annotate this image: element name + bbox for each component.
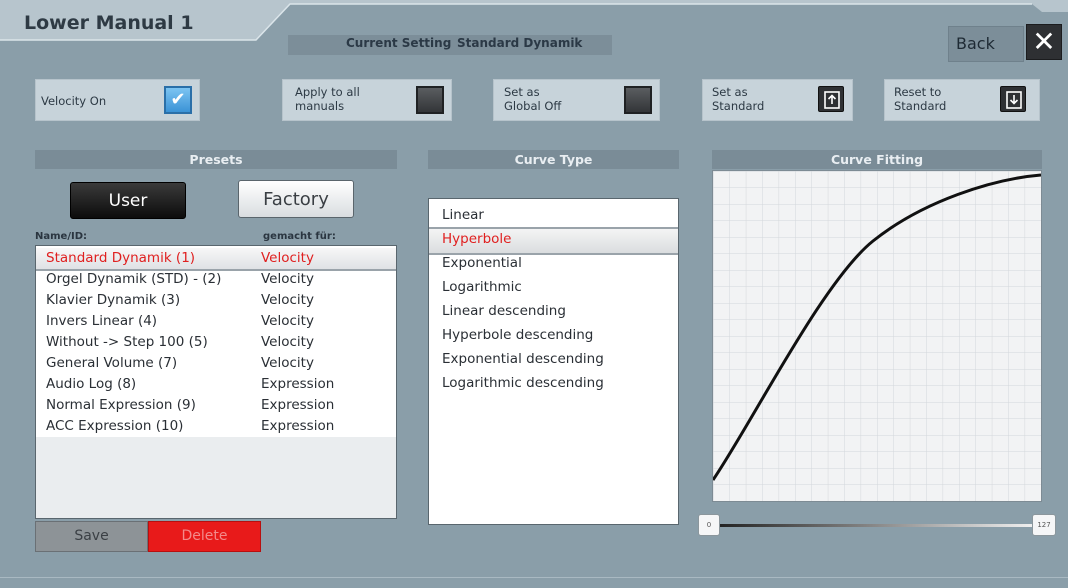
- column-type-header: gemacht für:: [263, 231, 336, 242]
- curve-type-item[interactable]: Linear descending: [429, 299, 678, 323]
- curve-type-heading: Curve Type: [428, 150, 679, 169]
- curve-type-label: Hyperbole descending: [442, 327, 594, 343]
- curve-type-list: Linear Hyperbole Exponential Logarithmic…: [428, 198, 679, 525]
- curve-fitting-graph[interactable]: [711, 170, 1042, 502]
- velocity-on-card: Velocity On ✔: [35, 79, 200, 121]
- list-empty-area: [36, 437, 396, 518]
- range-slider-track[interactable]: [706, 524, 1056, 527]
- preset-name: Without -> Step 100 (5): [46, 334, 208, 350]
- preset-name: Standard Dynamik (1): [46, 250, 196, 266]
- reset-standard-card: Reset to Standard: [884, 79, 1040, 121]
- curve-type-item[interactable]: Linear: [429, 203, 678, 227]
- column-name-header: Name/ID:: [35, 231, 87, 242]
- curve-type-label: Linear: [442, 207, 484, 223]
- preset-name: Normal Expression (9): [46, 397, 196, 413]
- global-off-checkbox[interactable]: [624, 86, 652, 114]
- curve-fitting-heading: Curve Fitting: [712, 150, 1042, 169]
- preset-row[interactable]: Orgel Dynamik (STD) - (2) Velocity: [36, 269, 396, 290]
- velocity-settings-window: Lower Manual 1 Current Setting Standard …: [0, 0, 1068, 588]
- curve-type-item[interactable]: Exponential: [429, 251, 678, 275]
- curve-type-item[interactable]: Exponential descending: [429, 347, 678, 371]
- preset-type: Expression: [261, 418, 335, 434]
- presets-heading: Presets: [35, 150, 397, 169]
- curve-type-item[interactable]: Logarithmic: [429, 275, 678, 299]
- preset-name: Invers Linear (4): [46, 313, 158, 329]
- apply-all-label: Apply to all manuals: [295, 85, 360, 113]
- curve-graph-svg: [711, 171, 1042, 501]
- preset-type: Velocity: [261, 271, 314, 287]
- preset-type: Velocity: [261, 250, 314, 266]
- download-icon[interactable]: [1000, 86, 1026, 112]
- upload-icon[interactable]: [818, 86, 844, 112]
- save-button[interactable]: Save: [35, 521, 148, 552]
- curve-type-label: Logarithmic: [442, 279, 522, 295]
- preset-name: Klavier Dynamik (3): [46, 292, 181, 308]
- delete-button[interactable]: Delete: [148, 521, 261, 552]
- back-button-label[interactable]: Back: [956, 34, 995, 53]
- window-title: Lower Manual 1: [24, 12, 194, 34]
- preset-row[interactable]: ACC Expression (10) Expression: [36, 416, 396, 437]
- range-slider-min-handle[interactable]: 0: [698, 514, 720, 536]
- window-bottom-edge: [0, 577, 1068, 588]
- curve-type-item[interactable]: Hyperbole descending: [429, 323, 678, 347]
- preset-type: Velocity: [261, 355, 314, 371]
- presets-list: Standard Dynamik (1) Velocity Orgel Dynam…: [35, 245, 397, 519]
- curve-type-label: Linear descending: [442, 303, 566, 319]
- preset-row[interactable]: Invers Linear (4) Velocity: [36, 311, 396, 332]
- preset-name: Audio Log (8): [46, 376, 137, 392]
- apply-all-checkbox[interactable]: [416, 86, 444, 114]
- current-setting-label: Current Setting: [346, 36, 452, 50]
- user-presets-button[interactable]: User: [70, 182, 186, 219]
- curve-type-item[interactable]: Logarithmic descending: [429, 371, 678, 395]
- curve-type-label: Logarithmic descending: [442, 375, 604, 391]
- apply-all-card: Apply to all manuals: [282, 79, 452, 121]
- curve-type-label: Hyperbole: [442, 231, 512, 247]
- preset-name: General Volume (7): [46, 355, 178, 371]
- current-setting-value: Standard Dynamik: [457, 36, 583, 50]
- preset-name: Orgel Dynamik (STD) - (2): [46, 271, 222, 287]
- range-slider-max-handle[interactable]: 127: [1032, 514, 1056, 536]
- preset-type: Velocity: [261, 313, 314, 329]
- preset-name: ACC Expression (10): [46, 418, 184, 434]
- preset-type: Velocity: [261, 334, 314, 350]
- preset-row[interactable]: Without -> Step 100 (5) Velocity: [36, 332, 396, 353]
- preset-row[interactable]: Standard Dynamik (1) Velocity: [36, 248, 396, 271]
- curve-type-label: Exponential descending: [442, 351, 604, 367]
- close-icon[interactable]: ✕: [1026, 24, 1062, 60]
- preset-row[interactable]: Klavier Dynamik (3) Velocity: [36, 290, 396, 311]
- preset-type: Velocity: [261, 292, 314, 308]
- curve-type-label: Exponential: [442, 255, 522, 271]
- preset-row[interactable]: Audio Log (8) Expression: [36, 374, 396, 395]
- set-standard-card: Set as Standard: [702, 79, 853, 121]
- reset-standard-label: Reset to Standard: [894, 85, 947, 113]
- factory-presets-button[interactable]: Factory: [238, 180, 354, 218]
- preset-row[interactable]: General Volume (7) Velocity: [36, 353, 396, 374]
- preset-type: Expression: [261, 397, 335, 413]
- velocity-on-checkbox[interactable]: ✔: [164, 86, 192, 114]
- set-standard-label: Set as Standard: [712, 85, 765, 113]
- global-off-label: Set as Global Off: [504, 85, 562, 113]
- preset-type: Expression: [261, 376, 335, 392]
- global-off-card: Set as Global Off: [493, 79, 660, 121]
- velocity-on-label: Velocity On: [41, 94, 107, 108]
- preset-row[interactable]: Normal Expression (9) Expression: [36, 395, 396, 416]
